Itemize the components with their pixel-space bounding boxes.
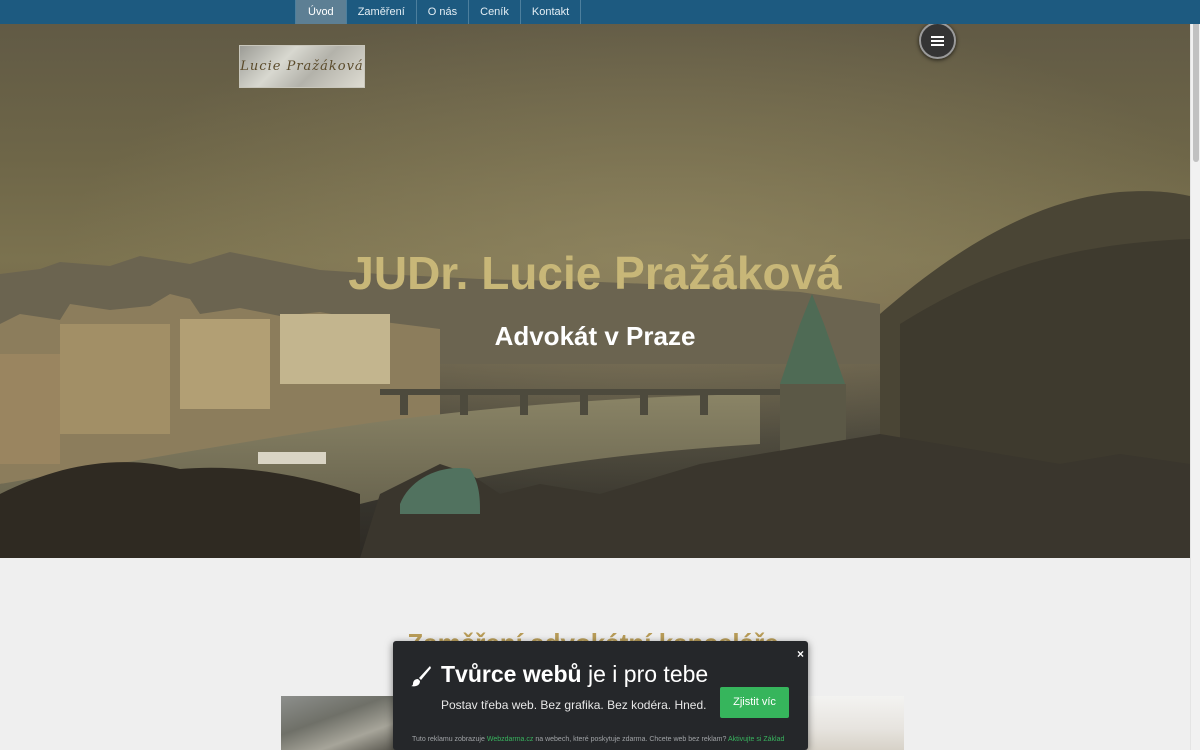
- ad-popup: × Tvůrce webů je i pro tebe Postav třeba…: [393, 641, 808, 750]
- ad-close-button[interactable]: ×: [797, 647, 804, 661]
- hamburger-icon: [931, 35, 944, 38]
- ad-footer-link-activate[interactable]: Aktivujte si Základ: [728, 736, 784, 743]
- ad-text: Postav třeba web. Bez grafika. Bez kodér…: [441, 698, 707, 712]
- hero-banner: Lucie Pražáková JUDr. Lucie Pražáková Ad…: [0, 24, 1190, 558]
- nav-list: Úvod Zaměření O nás Ceník Kontakt: [295, 0, 582, 24]
- ad-title-rest: je i pro tebe: [581, 661, 709, 687]
- logo-text: Lucie Pražáková: [240, 59, 364, 74]
- ad-title: Tvůrce webů je i pro tebe: [441, 661, 708, 688]
- ad-footer: Tuto reklamu zobrazuje Webzdarma.cz na w…: [412, 736, 784, 743]
- ad-title-bold: Tvůrce webů: [441, 661, 582, 687]
- nav-item-zamereni[interactable]: Zaměření: [347, 0, 417, 24]
- top-nav: Úvod Zaměření O nás Ceník Kontakt: [0, 0, 1200, 24]
- section-image-city: [281, 696, 401, 750]
- ad-footer-mid: na webech, které poskytuje zdarma. Chcet…: [533, 736, 728, 743]
- brush-icon: [411, 666, 431, 687]
- ad-footer-pre: Tuto reklamu zobrazuje: [412, 736, 487, 743]
- page-scrollbar[interactable]: [1190, 0, 1200, 750]
- ad-footer-link-webzdarma[interactable]: Webzdarma.cz: [487, 736, 534, 743]
- nav-item-cenik[interactable]: Ceník: [469, 0, 521, 24]
- hamburger-icon-line: [931, 39, 944, 42]
- section-image-interior: [806, 696, 904, 750]
- site-logo[interactable]: Lucie Pražáková: [239, 45, 365, 88]
- ad-cta-button[interactable]: Zjistit víc: [720, 687, 789, 718]
- nav-item-uvod[interactable]: Úvod: [296, 0, 347, 24]
- nav-item-kontakt[interactable]: Kontakt: [521, 0, 582, 24]
- hamburger-icon-line: [931, 43, 944, 46]
- nav-item-o-nas[interactable]: O nás: [417, 0, 470, 24]
- hero-subtitle: Advokát v Praze: [494, 321, 696, 351]
- scrollbar-thumb[interactable]: [1193, 2, 1199, 162]
- hero-title: JUDr. Lucie Pražáková: [348, 247, 842, 299]
